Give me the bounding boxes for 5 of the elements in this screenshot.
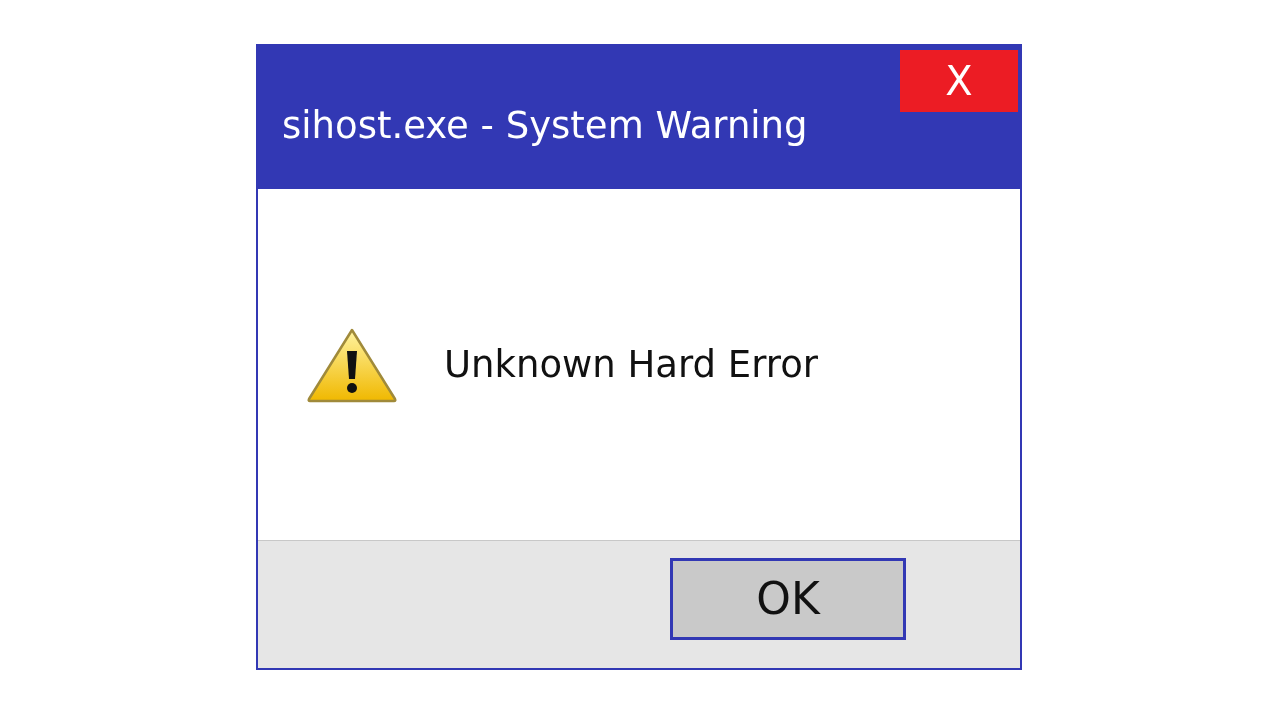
window-title: sihost.exe - System Warning <box>282 104 809 147</box>
warning-icon <box>306 326 398 403</box>
error-message: Unknown Hard Error <box>444 343 818 386</box>
close-button[interactable]: X <box>900 50 1018 112</box>
ok-button[interactable]: OK <box>670 557 906 640</box>
